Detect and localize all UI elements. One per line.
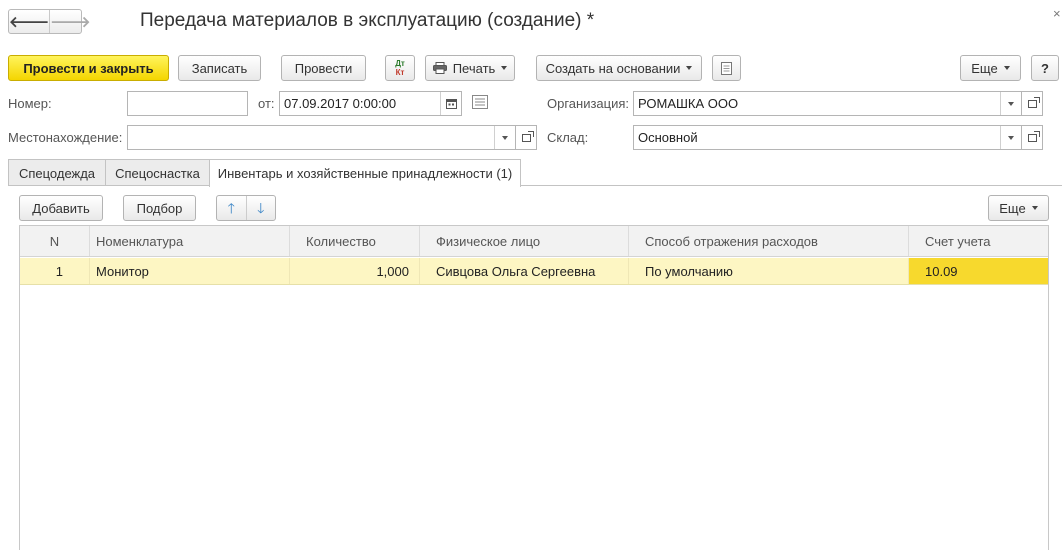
warehouse-field[interactable]: Основной [633,125,1022,150]
organization-dropdown-icon[interactable] [1000,92,1021,115]
warehouse-dropdown-icon[interactable] [1000,126,1021,149]
cell-n[interactable]: 1 [20,258,90,284]
cell-expense-method[interactable]: По умолчанию [629,258,909,284]
warehouse-open-icon[interactable] [1022,125,1043,150]
add-row-button[interactable]: Добавить [19,195,103,221]
navigation-buttons: 🡐 🡒 [8,9,90,34]
column-header-account[interactable]: Счет учета [909,226,1048,256]
document-report-button[interactable] [712,55,741,81]
organization-field[interactable]: РОМАШКА ООО [633,91,1022,116]
cell-nomenclature[interactable]: Монитор [90,258,290,284]
page-title: Передача материалов в эксплуатацию (созд… [140,10,595,31]
move-up-arrow-icon[interactable]: 🡑 [217,196,247,220]
date-from-label: от: [258,96,275,111]
help-button[interactable]: ? [1031,55,1059,81]
close-icon[interactable]: × [1053,6,1061,21]
location-open-icon[interactable] [516,125,537,150]
column-header-person[interactable]: Физическое лицо [420,226,629,256]
date-input[interactable]: 07.09.2017 0:00:00 [279,91,462,116]
column-header-n[interactable]: N [20,226,90,256]
select-items-button[interactable]: Подбор [123,195,196,221]
save-button[interactable]: Записать [178,55,261,81]
tab-special-equipment[interactable]: Спецоснастка [105,159,210,186]
move-buttons-group: 🡑 🡓 [216,195,276,221]
column-header-expense-method[interactable]: Способ отражения расходов [629,226,909,256]
tab-workwear[interactable]: Спецодежда [8,159,106,186]
back-arrow-icon[interactable]: 🡐 [9,10,51,33]
inventory-table: N Номенклатура Количество Физическое лиц… [19,225,1049,550]
tab-inventory[interactable]: Инвентарь и хозяйственные принадлежности… [209,159,521,187]
chevron-down-icon [1003,66,1010,70]
forward-arrow-icon[interactable]: 🡒 [50,10,90,33]
post-and-close-button[interactable]: Провести и закрыть [8,55,169,81]
cell-quantity[interactable]: 1,000 [290,258,420,284]
document-icon [721,61,732,75]
location-label: Местонахождение: [8,130,123,145]
chevron-down-icon [501,66,508,70]
print-button[interactable]: Печать [425,55,515,81]
location-dropdown-icon[interactable] [494,126,515,149]
cell-account[interactable]: 10.09 [909,258,1048,284]
table-more-label: Еще [999,200,1026,216]
list-history-icon[interactable] [472,95,488,112]
more-button[interactable]: Еще [960,55,1021,81]
print-button-label: Печать [452,60,496,76]
organization-open-icon[interactable] [1022,91,1043,116]
number-input[interactable] [127,91,248,116]
printer-icon [432,62,447,74]
number-label: Номер: [8,96,52,111]
warehouse-label: Склад: [547,130,589,145]
column-header-quantity[interactable]: Количество [290,226,420,256]
chevron-down-icon [1031,206,1038,210]
dt-kt-postings-button[interactable]: Дт Кт [385,55,415,81]
location-field[interactable] [127,125,516,150]
cell-person[interactable]: Сивцова Ольга Сергеевна [420,258,629,284]
create-based-on-button[interactable]: Создать на основании [536,55,702,81]
table-header: N Номенклатура Количество Физическое лиц… [20,226,1048,257]
chevron-down-icon [686,66,693,70]
table-more-button[interactable]: Еще [988,195,1049,221]
tab-divider [8,185,1062,186]
create-based-on-label: Создать на основании [545,60,681,76]
calendar-icon[interactable] [440,92,461,115]
table-row[interactable]: 1 Монитор 1,000 Сивцова Ольга Сергеевна … [20,258,1048,285]
dt-kt-icon: Дт Кт [395,59,405,77]
move-down-arrow-icon[interactable]: 🡓 [247,196,276,220]
post-button[interactable]: Провести [281,55,366,81]
more-button-label: Еще [971,60,998,76]
organization-label: Организация: [547,96,630,111]
column-header-nomenclature[interactable]: Номенклатура [90,226,290,256]
